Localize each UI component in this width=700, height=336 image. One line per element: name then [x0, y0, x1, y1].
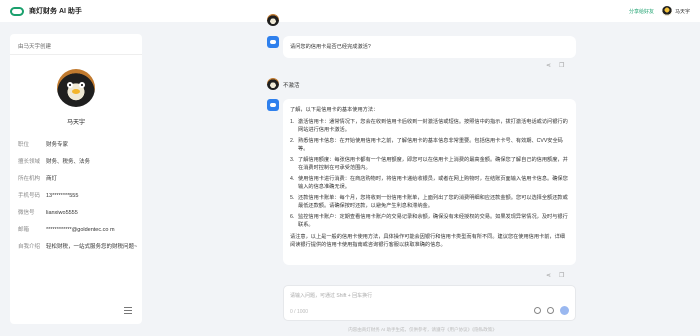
logo-icon: [10, 6, 24, 16]
detail-label: 微信号: [18, 210, 35, 216]
share-icon[interactable]: ⋖: [546, 272, 551, 279]
avatar-eye-right: [79, 82, 85, 88]
chat-input[interactable]: 请输入问题，可通过 Shift + 回车换行 0 / 1000: [283, 285, 576, 321]
list-item: 3. 了解信用额度：每张信用卡都有一个信用额度，即您可以在信用卡上消费的最高金额。…: [290, 157, 568, 171]
char-count: 0 / 1000: [290, 309, 309, 315]
detail-label: 擅长领域: [18, 159, 41, 165]
detail-label: 自我介绍: [18, 244, 41, 250]
detail-label: 邮箱: [18, 227, 30, 233]
detail-row-email: 邮箱 ************@goldentec.co m: [18, 226, 138, 234]
user-menu[interactable]: 马天宇: [661, 6, 690, 16]
menu-icon[interactable]: [124, 307, 132, 314]
list-item: 6. 监控信用卡账户：定期查看信用卡账户的交易记录和余额，确保没有未经授权的交易。…: [290, 214, 568, 228]
message-actions: ⋖ ❐: [546, 62, 564, 69]
detail-value: 商灯: [46, 176, 58, 182]
app-logo[interactable]: 商灯财务 AI 助手: [10, 6, 82, 16]
detail-label: 所在机构: [18, 176, 41, 182]
footer-disclaimer: 内容由商灯财务 AI 助手生成，仅供参考，请遵守《用户协议》《隐私政策》: [348, 327, 497, 332]
list-item: 2. 熟悉信用卡信息：在开始使用信用卡之前，了解信用卡的基本信息非常重要。包括信用…: [290, 138, 563, 152]
input-placeholder: 请输入问题，可通过 Shift + 回车换行: [290, 293, 373, 299]
detail-row-wechat: 微信号 lianxiwo5555: [18, 209, 138, 217]
send-button[interactable]: [560, 306, 569, 315]
list-item: 1. 激活信用卡：通常情况下，您会在收到信用卡后收到一封激活信或短信。按照信中的指…: [290, 119, 568, 133]
copy-icon[interactable]: ❐: [559, 62, 564, 69]
profile-details: 职位 财务专家 擅长领域 财务、税务、法务 所在机构 商灯 手机号码 13***…: [18, 141, 138, 260]
avatar-beak: [72, 89, 80, 94]
detail-label: 手机号码: [18, 193, 41, 199]
detail-value: 财务专家: [46, 142, 69, 148]
profile-sidebar: 由马天宇创建 马天宇 职位 财务专家 擅长领域 财务、税务、法务 所在机构 商灯…: [10, 34, 142, 324]
detail-value: lianxiwo5555: [46, 210, 78, 216]
detail-row-expertise: 擅长领域 财务、税务、法务: [18, 158, 138, 166]
profile-avatar: [57, 69, 95, 107]
detail-label: 职位: [18, 142, 30, 148]
user-message-text: 不激活: [283, 83, 300, 89]
list-item: 4. 使用信用卡进行消费：在商店购物时，将信用卡递给收银员，或者在网上购物时，在结…: [290, 176, 568, 190]
bot-message-bubble: 请问您的信用卡是否已经完成激活?: [283, 36, 576, 58]
detail-value: ************@goldentec.co m: [46, 227, 115, 233]
app-title: 商灯财务 AI 助手: [29, 8, 82, 15]
attachment-icon[interactable]: [534, 307, 541, 314]
share-icon[interactable]: ⋖: [546, 62, 551, 69]
answer-outro: 请注意，以上是一般的信用卡使用方法，具体操作可能会因银行和信用卡类型而有所不同。…: [290, 234, 565, 248]
bot-message-text: 请问您的信用卡是否已经完成激活?: [290, 44, 371, 50]
detail-value: 轻松财税，一站式服务您的财税问题~: [46, 244, 138, 250]
top-bar: 商灯财务 AI 助手 分享给好友 马天宇: [0, 0, 700, 22]
share-link[interactable]: 分享给好友: [629, 8, 654, 15]
divider: [10, 54, 142, 55]
profile-name: 马天宇: [66, 120, 85, 126]
user-avatar: [267, 78, 279, 90]
bot-avatar: [267, 36, 279, 48]
detail-value: 财务、税务、法务: [46, 159, 91, 165]
detail-row-position: 职位 财务专家: [18, 141, 138, 149]
user-avatar-partial: [267, 14, 279, 26]
copy-icon[interactable]: ❐: [559, 272, 564, 279]
bot-avatar: [267, 99, 279, 111]
detail-value: 13********555: [46, 193, 79, 199]
bot-answer-bubble: 了解，以下是信用卡的基本使用方法： 1. 激活信用卡：通常情况下，您会在收到信用卡…: [283, 99, 576, 265]
created-by-label: 由马天宇创建: [18, 44, 52, 50]
detail-row-phone: 手机号码 13********555: [18, 192, 138, 200]
answer-intro: 了解，以下是信用卡的基本使用方法：: [290, 107, 379, 113]
user-avatar: [661, 6, 672, 16]
detail-row-intro: 自我介绍 轻松财税，一站式服务您的财税问题~: [18, 243, 138, 251]
detail-row-organization: 所在机构 商灯: [18, 175, 138, 183]
user-name: 马天宇: [674, 8, 690, 15]
answer-list: 1. 激活信用卡：通常情况下，您会在收到信用卡后收到一封激活信或短信。按照信中的指…: [290, 118, 569, 229]
microphone-icon[interactable]: [547, 307, 554, 314]
avatar-eye-left: [67, 82, 73, 88]
message-actions: ⋖ ❐: [546, 272, 564, 279]
list-item: 5. 还款信用卡账单：每个月，您将收到一份信用卡账单，上面列出了您的消费明细和应还…: [290, 195, 568, 209]
input-tools: [534, 306, 569, 315]
